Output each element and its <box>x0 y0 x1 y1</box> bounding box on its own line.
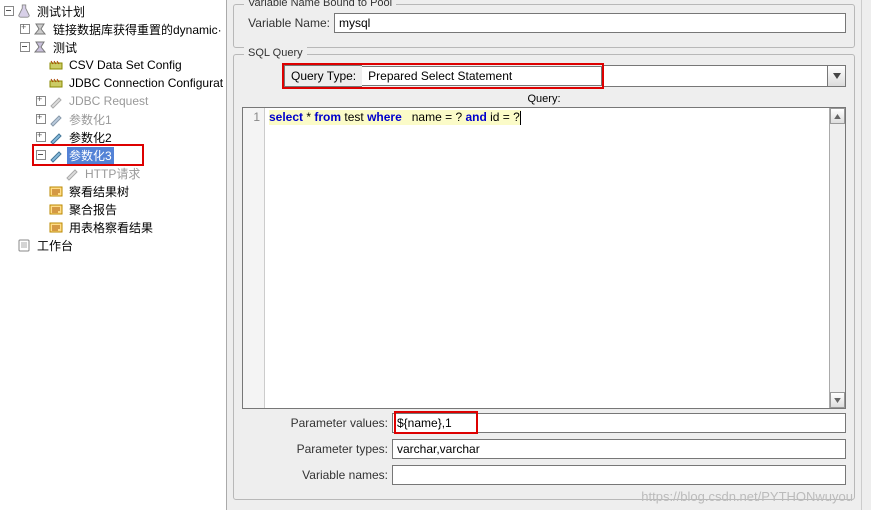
expand-toggle-icon[interactable] <box>20 42 30 52</box>
variable-name-fieldset: Variable Name Bound to Pool Variable Nam… <box>233 4 855 48</box>
right-strip <box>861 0 871 510</box>
tree-label: 工作台 <box>35 237 75 254</box>
tree-panel: 测试计划 链接数据库获得重置的dynamic· 测试 CSV Data Set … <box>0 0 227 510</box>
scroll-down-icon[interactable] <box>830 392 845 408</box>
sql-query-fieldset: SQL Query Query Type: Prepared Select St… <box>233 54 855 500</box>
query-label: Query: <box>242 93 846 105</box>
text-cursor <box>520 111 521 125</box>
spacer-icon <box>36 204 46 214</box>
tree-label: 链接数据库获得重置的dynamic· <box>51 21 224 38</box>
group-icon <box>32 21 48 37</box>
tree-item[interactable]: 测试 <box>4 38 226 56</box>
tree-item[interactable]: 聚合报告 <box>4 200 226 218</box>
tree-label: HTTP请求 <box>83 165 142 182</box>
tree-label: JDBC Request <box>67 94 150 108</box>
expand-toggle-icon[interactable] <box>36 132 46 142</box>
tree-workbench[interactable]: 工作台 <box>4 236 226 254</box>
param-types-label: Parameter types: <box>242 442 392 456</box>
sampler-icon <box>48 129 64 145</box>
vertical-scrollbar[interactable] <box>829 108 845 408</box>
var-names-input[interactable] <box>392 465 846 485</box>
spacer-icon <box>4 240 14 250</box>
expand-toggle-icon[interactable] <box>4 6 14 16</box>
parameter-section: Parameter values: Parameter types: Varia… <box>242 413 846 491</box>
flask-icon <box>16 3 32 19</box>
fieldset-title: Variable Name Bound to Pool <box>244 0 396 9</box>
config-icon <box>48 75 64 91</box>
fieldset-title: SQL Query <box>244 47 307 59</box>
tree-label: 测试 <box>51 39 79 56</box>
sampler-icon <box>48 111 64 127</box>
tree-label: 察看结果树 <box>67 183 131 200</box>
expand-toggle-icon[interactable] <box>20 24 30 34</box>
line-gutter: 1 <box>243 108 265 408</box>
query-type-highlight: Query Type: Prepared Select Statement <box>282 63 604 89</box>
spacer-icon <box>36 186 46 196</box>
spacer-icon <box>36 78 46 88</box>
workbench-icon <box>16 237 32 253</box>
config-icon <box>48 57 64 73</box>
param-values-input[interactable] <box>392 413 846 433</box>
query-type-dropdown[interactable] <box>604 65 846 87</box>
tree-label: JDBC Connection Configurat <box>67 76 225 90</box>
tree-label: 测试计划 <box>35 3 87 20</box>
highlight-box <box>32 144 144 166</box>
tree-item[interactable]: 用表格察看结果 <box>4 218 226 236</box>
query-type-label: Query Type: <box>284 65 362 87</box>
query-type-value[interactable]: Prepared Select Statement <box>362 66 602 86</box>
listener-icon <box>48 183 64 199</box>
tree-item-disabled[interactable]: 参数化1 <box>4 110 226 128</box>
tree-item[interactable]: CSV Data Set Config <box>4 56 226 74</box>
param-values-label: Parameter values: <box>242 416 392 430</box>
main-panel: Variable Name Bound to Pool Variable Nam… <box>227 0 861 510</box>
param-types-input[interactable] <box>392 439 846 459</box>
tree-label: CSV Data Set Config <box>67 58 184 72</box>
spacer-icon <box>36 222 46 232</box>
tree-item-disabled[interactable]: JDBC Request <box>4 92 226 110</box>
variable-name-input[interactable] <box>334 13 846 33</box>
group-icon <box>32 39 48 55</box>
tree-item-disabled[interactable]: HTTP请求 <box>4 164 226 182</box>
spacer-icon <box>52 168 62 178</box>
spacer-icon <box>36 60 46 70</box>
tree-item[interactable]: 链接数据库获得重置的dynamic· <box>4 20 226 38</box>
editor-content[interactable]: select * from test where name = ? and id… <box>265 108 829 408</box>
chevron-down-icon[interactable] <box>827 66 845 86</box>
tree-label: 用表格察看结果 <box>67 219 155 236</box>
tree-root[interactable]: 测试计划 <box>4 2 226 20</box>
tree-label: 参数化1 <box>67 111 114 128</box>
sampler-icon <box>64 165 80 181</box>
expand-toggle-icon[interactable] <box>36 114 46 124</box>
dropdown-spacer <box>604 66 827 86</box>
tree-label: 聚合报告 <box>67 201 119 218</box>
sql-editor[interactable]: 1 select * from test where name = ? and … <box>242 107 846 409</box>
tree-item[interactable]: 察看结果树 <box>4 182 226 200</box>
var-names-label: Variable names: <box>242 468 392 482</box>
tree[interactable]: 测试计划 链接数据库获得重置的dynamic· 测试 CSV Data Set … <box>0 0 226 254</box>
listener-icon <box>48 201 64 217</box>
tree-label: 参数化2 <box>67 129 114 146</box>
variable-name-label: Variable Name: <box>242 16 334 30</box>
tree-item[interactable]: JDBC Connection Configurat <box>4 74 226 92</box>
expand-toggle-icon[interactable] <box>36 96 46 106</box>
scroll-up-icon[interactable] <box>830 108 845 124</box>
listener-icon <box>48 219 64 235</box>
sampler-icon <box>48 93 64 109</box>
